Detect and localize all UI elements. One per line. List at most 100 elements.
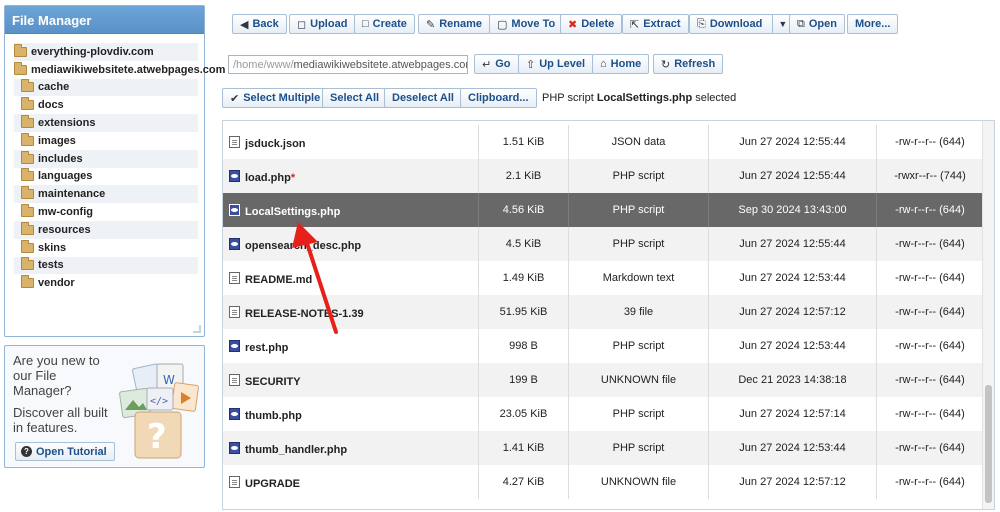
file-row[interactable]: rest.php 998 B PHP script Jun 27 2024 12:53… — [223, 329, 983, 363]
tree-folder-item[interactable]: images — [14, 132, 198, 150]
file-permissions: -rw-r--r-- (644) — [895, 442, 965, 454]
file-row[interactable]: thumb.php 23.05 KiB PHP script Jun 27 2024 … — [223, 397, 983, 431]
file-name-cell[interactable]: README.md — [223, 261, 479, 295]
folder-icon — [21, 132, 34, 146]
folder-icon — [21, 115, 34, 129]
rename-button[interactable]: ✎ Rename — [418, 14, 491, 34]
file-name-cell[interactable]: load.php* — [223, 159, 479, 193]
file-name-cell[interactable]: jsduck.json — [223, 125, 479, 159]
scrollbar-thumb[interactable] — [985, 385, 992, 503]
open-button[interactable]: ⧉ Open — [789, 14, 845, 34]
select-all-button[interactable]: Select All — [322, 88, 388, 108]
deselect-all-button[interactable]: Deselect All — [384, 88, 462, 108]
create-button[interactable]: □ Create — [354, 14, 415, 34]
more-button[interactable]: More... — [847, 14, 899, 34]
file-size: 4.27 KiB — [479, 465, 569, 499]
download-button[interactable]: ⎘ Download ▼ — [689, 14, 794, 34]
resize-grip-icon[interactable] — [193, 325, 201, 333]
file-name-cell[interactable]: opensearch_desc.php — [223, 227, 479, 261]
file-permissions: -rwxr--r-- (744) — [894, 170, 966, 182]
tree-folder-item[interactable]: tests — [14, 256, 198, 275]
tree-folder-item[interactable]: maintenance — [14, 185, 198, 204]
go-button[interactable]: ↵ Go — [474, 54, 519, 74]
tree-folder-item[interactable]: languages — [14, 168, 198, 186]
vertical-scrollbar[interactable] — [982, 121, 994, 509]
php-file-icon — [229, 238, 240, 250]
open-window-icon: ⧉ — [797, 17, 805, 30]
delete-button[interactable]: ✖ Delete — [560, 14, 623, 34]
back-button[interactable]: ◀ Back — [232, 14, 287, 34]
file-row[interactable]: opensearch_desc.php 4.5 KiB PHP script Jun … — [223, 227, 983, 261]
extract-button[interactable]: ⇱ Extract — [622, 14, 689, 34]
file-type: JSON data — [569, 125, 709, 159]
home-icon: ⌂ — [600, 58, 607, 70]
extract-icon: ⇱ — [630, 18, 640, 31]
tree-folder-item[interactable]: extensions — [14, 114, 198, 132]
home-button[interactable]: ⌂ Home — [592, 54, 650, 74]
folder-icon — [21, 257, 34, 271]
file-row[interactable]: load.php* 2.1 KiB PHP script Jun 27 2024 12… — [223, 159, 983, 193]
file-name: SECURITY — [245, 376, 301, 388]
text-file-icon — [229, 136, 240, 148]
file-name-cell[interactable]: RELEASE-NOTES-1.39 — [223, 295, 479, 329]
path-input[interactable]: /home/www/mediawikiwebsitete.atwebpages.… — [228, 55, 468, 74]
file-permissions: -rw-r--r-- (644) — [895, 204, 965, 216]
file-type: PHP script — [569, 227, 709, 261]
file-permissions: -rw-r--r-- (644) — [895, 238, 965, 250]
file-type: PHP script — [569, 159, 709, 193]
refresh-button[interactable]: ↻ Refresh — [653, 54, 724, 74]
tree-folder-item[interactable]: everything-plovdiv.com — [14, 43, 198, 61]
tree-folder-item[interactable]: includes — [14, 149, 198, 168]
file-name-cell[interactable]: SECURITY — [223, 363, 479, 397]
clipboard-button[interactable]: Clipboard... — [460, 88, 537, 108]
php-file-icon — [229, 170, 240, 182]
move-to-button[interactable]: ▢ Move To — [489, 14, 564, 34]
file-row[interactable]: UPGRADE 4.27 KiB UNKNOWN file Jun 27 2024 1… — [223, 465, 983, 499]
file-name-cell[interactable]: rest.php — [223, 329, 479, 363]
tree-folder-item[interactable]: mediawikiwebsitete.atwebpages.com — [14, 61, 225, 79]
tree-folder-item[interactable]: resources — [14, 220, 198, 239]
open-tutorial-button[interactable]: ? Open Tutorial — [15, 442, 115, 461]
file-row[interactable]: thumb_handler.php 1.41 KiB PHP script Jun 2… — [223, 431, 983, 465]
up-level-button[interactable]: ⇧ Up Level — [518, 54, 594, 74]
svg-text:W: W — [163, 373, 175, 387]
promo-question: Are you new to our File Manager? — [13, 353, 100, 398]
php-file-icon — [229, 442, 240, 454]
file-row[interactable]: SECURITY 199 B UNKNOWN file Dec 21 2023 14:… — [223, 363, 983, 397]
tree-folder-label: mw-config — [38, 206, 93, 219]
tree-folder-item[interactable]: mw-config — [14, 203, 198, 221]
tree-folder-item[interactable]: skins — [14, 239, 198, 257]
tree-folder-label: languages — [38, 170, 93, 183]
tree-folder-item[interactable]: docs — [14, 96, 198, 114]
file-name-cell[interactable]: thumb.php — [223, 397, 479, 431]
file-permissions: -rw-r--r-- (644) — [895, 136, 965, 148]
upload-button[interactable]: ◻ Upload — [289, 14, 356, 34]
file-type: Markdown text — [569, 261, 709, 295]
file-size: 1.49 KiB — [479, 261, 569, 295]
file-row[interactable]: RELEASE-NOTES-1.39 51.95 KiB 39 file Jun 27… — [223, 295, 983, 329]
file-size: 51.95 KiB — [479, 295, 569, 329]
tree-folder-label: everything-plovdiv.com — [31, 45, 154, 58]
select-multiple-button[interactable]: ✔ Select Multiple — [222, 88, 329, 108]
file-name-cell[interactable]: LocalSettings.php — [223, 193, 479, 227]
file-row[interactable]: jsduck.json 1.51 KiB JSON data Jun 27 2024 … — [223, 125, 983, 159]
arrow-up-icon: ⇧ — [526, 58, 536, 71]
file-name-cell[interactable]: UPGRADE — [223, 465, 479, 499]
file-date: Jun 27 2024 12:53:44 — [709, 431, 877, 465]
file-date: Jun 27 2024 12:55:44 — [709, 125, 877, 159]
folder-icon — [14, 61, 27, 75]
refresh-icon: ↻ — [661, 58, 671, 71]
file-type: 39 file — [569, 295, 709, 329]
pencil-icon: ✎ — [426, 18, 436, 31]
upload-icon: ◻ — [297, 18, 307, 31]
folder-icon — [21, 221, 34, 235]
file-row[interactable]: README.md 1.49 KiB Markdown text Jun 27 202… — [223, 261, 983, 295]
tree-folder-label: resources — [38, 223, 91, 236]
tree-folder-label: cache — [38, 81, 70, 94]
file-date: Jun 27 2024 12:57:12 — [709, 465, 877, 499]
folder-icon — [21, 150, 34, 164]
file-row[interactable]: LocalSettings.php 4.56 KiB PHP script Sep 3… — [223, 193, 983, 227]
tree-folder-item[interactable]: cache — [14, 78, 198, 97]
file-name-cell[interactable]: thumb_handler.php — [223, 431, 479, 465]
tree-folder-item[interactable]: vendor — [14, 274, 198, 292]
